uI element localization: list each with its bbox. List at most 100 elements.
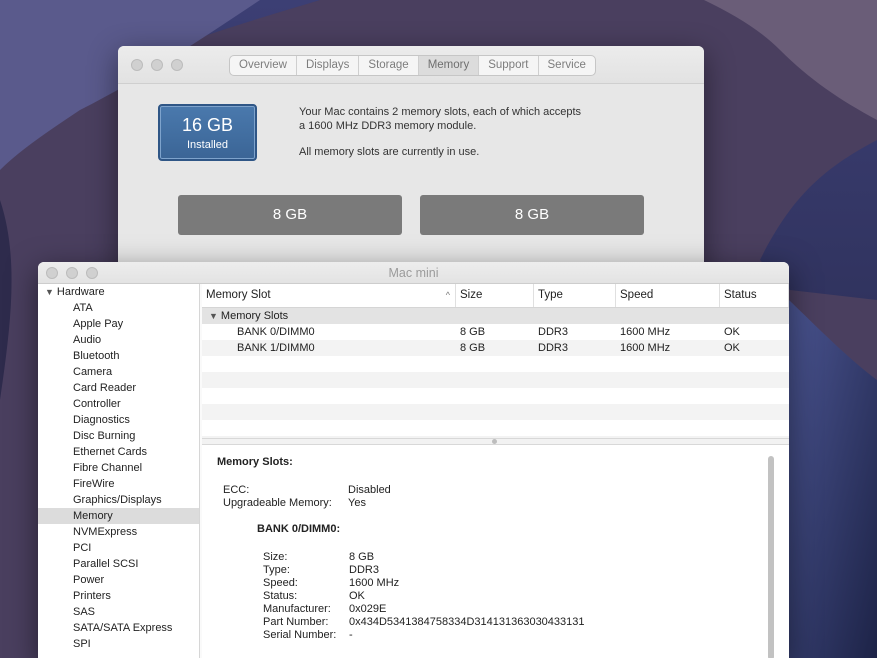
- table-group-row[interactable]: ▼ Memory Slots: [202, 308, 789, 324]
- column-header-size[interactable]: Size: [456, 284, 534, 307]
- sidebar-item-printers[interactable]: Printers: [38, 588, 199, 604]
- bank-field-row: Serial Number: -: [263, 629, 353, 642]
- bank-field-label: Part Number:: [263, 616, 329, 628]
- splitter-handle-icon[interactable]: [492, 439, 497, 444]
- detail-scrollbar[interactable]: [766, 456, 775, 658]
- ecc-value: Disabled: [348, 484, 391, 496]
- bank-field-value: OK: [349, 590, 365, 602]
- disclosure-triangle-icon[interactable]: ▼: [209, 308, 218, 324]
- detail-scroll-thumb[interactable]: [768, 456, 774, 658]
- tab-support[interactable]: Support: [479, 56, 539, 75]
- table-cell-speed: 1600 MHz: [620, 326, 671, 338]
- about-this-mac-window: Overview Displays Storage Memory Support Serv…: [118, 46, 704, 276]
- sidebar-item-ata[interactable]: ATA: [38, 300, 199, 316]
- table-row: [202, 356, 789, 372]
- installed-label: Installed: [187, 139, 228, 151]
- sidebar-item-diagnostics[interactable]: Diagnostics: [38, 412, 199, 428]
- tab-storage[interactable]: Storage: [359, 56, 419, 75]
- tab-memory[interactable]: Memory: [418, 56, 480, 75]
- bank-field-label: Status:: [263, 590, 298, 602]
- bank-field-row: Size: 8 GB: [263, 551, 374, 564]
- column-header-label: Type: [538, 289, 563, 301]
- table-cell-type: DDR3: [538, 342, 568, 354]
- column-header-label: Speed: [620, 289, 654, 301]
- column-header-label: Status: [724, 289, 757, 301]
- sidebar-item-nvmexpress[interactable]: NVMExpress: [38, 524, 199, 540]
- sidebar-item-pci[interactable]: PCI: [38, 540, 199, 556]
- ecc-label: ECC:: [223, 484, 250, 496]
- sidebar-item-ethernet-cards[interactable]: Ethernet Cards: [38, 444, 199, 460]
- window-controls: [131, 59, 183, 71]
- bank-field-label: Speed:: [263, 577, 298, 589]
- tab-service[interactable]: Service: [539, 56, 595, 75]
- sidebar-group-label: Hardware: [56, 286, 105, 298]
- sidebar-item-sata-sata-express[interactable]: SATA/SATA Express: [38, 620, 199, 636]
- sidebar-item-controller[interactable]: Controller: [38, 396, 199, 412]
- sidebar-item-power[interactable]: Power: [38, 572, 199, 588]
- detail-pane: Memory Slots: ECC: Disabled Upgradeable …: [202, 445, 789, 658]
- table-cell-speed: 1600 MHz: [620, 342, 671, 354]
- bank-field-label: Serial Number:: [263, 629, 337, 641]
- upgradeable-value: Yes: [348, 497, 366, 509]
- description-line-1: Your Mac contains 2 memory slots, each o…: [299, 106, 582, 118]
- memory-installed-badge: 16 GB Installed: [158, 104, 257, 161]
- sidebar-item-fibre-channel[interactable]: Fibre Channel: [38, 460, 199, 476]
- sidebar-item-firewire[interactable]: FireWire: [38, 476, 199, 492]
- bank-field-row: Type: DDR3: [263, 564, 379, 577]
- about-titlebar: Overview Displays Storage Memory Support Serv…: [118, 46, 704, 84]
- upgradeable-label: Upgradeable Memory:: [223, 497, 332, 509]
- memory-slot-1: 8 GB: [178, 195, 402, 235]
- sidebar-item-spi[interactable]: SPI: [38, 636, 199, 652]
- sidebar-item-parallel-scsi[interactable]: Parallel SCSI: [38, 556, 199, 572]
- zoom-button[interactable]: [171, 59, 183, 71]
- tab-displays[interactable]: Displays: [297, 56, 360, 75]
- sidebar-item-memory[interactable]: Memory: [38, 508, 199, 524]
- sidebar-item-graphics-displays[interactable]: Graphics/Displays: [38, 492, 199, 508]
- ecc-row: ECC: Disabled: [223, 484, 391, 497]
- bank-field-label: Manufacturer:: [263, 603, 331, 615]
- window-title: Mac mini: [388, 266, 439, 280]
- sidebar-item-apple-pay[interactable]: Apple Pay: [38, 316, 199, 332]
- table-cell-memory-slot: BANK 1/DIMM0: [237, 342, 315, 354]
- bank-field-row: Manufacturer: 0x029E: [263, 603, 386, 616]
- table-row[interactable]: BANK 0/DIMM0 8 GB DDR3 1600 MHz OK: [202, 324, 789, 340]
- sidebar-item-audio[interactable]: Audio: [38, 332, 199, 348]
- bank-field-row: Speed: 1600 MHz: [263, 577, 399, 590]
- disclosure-triangle-icon[interactable]: ▼: [45, 287, 54, 297]
- upgradeable-row: Upgradeable Memory: Yes: [223, 497, 366, 510]
- table-row: [202, 388, 789, 404]
- close-button[interactable]: [131, 59, 143, 71]
- tab-overview[interactable]: Overview: [230, 56, 297, 75]
- bank-field-value: -: [349, 629, 353, 641]
- column-header-status[interactable]: Status: [720, 284, 789, 307]
- column-header-memory-slot[interactable]: Memory Slot ^: [202, 284, 456, 307]
- memory-description: Your Mac contains 2 memory slots, each o…: [299, 105, 581, 159]
- detail-heading: Memory Slots:: [217, 456, 293, 468]
- sort-ascending-icon[interactable]: ^: [446, 284, 450, 307]
- bank-field-label: Size:: [263, 551, 288, 563]
- bank-heading: BANK 0/DIMM0:: [257, 523, 341, 535]
- pane-splitter[interactable]: [202, 438, 789, 445]
- description-line-2: a 1600 MHz DDR3 memory module.: [299, 120, 477, 132]
- sidebar-item-sas[interactable]: SAS: [38, 604, 199, 620]
- column-header-speed[interactable]: Speed: [616, 284, 720, 307]
- table-cell-memory-slot: BANK 0/DIMM0: [237, 326, 315, 338]
- table-cell-size: 8 GB: [460, 342, 486, 354]
- sidebar-item-card-reader[interactable]: Card Reader: [38, 380, 199, 396]
- table-cell-size: 8 GB: [460, 326, 486, 338]
- memory-status-text: All memory slots are currently in use.: [299, 146, 480, 158]
- sidebar-item-camera[interactable]: Camera: [38, 364, 199, 380]
- bank-field-value: 0x029E: [349, 603, 387, 615]
- bank-field-value: 0x434D5341384758334D314131363030433131: [349, 616, 585, 628]
- memory-slot-2: 8 GB: [420, 195, 644, 235]
- sidebar-group-hardware[interactable]: ▼ Hardware: [38, 284, 199, 300]
- table-row[interactable]: BANK 1/DIMM0 8 GB DDR3 1600 MHz OK: [202, 340, 789, 356]
- sidebar-item-bluetooth[interactable]: Bluetooth: [38, 348, 199, 364]
- minimize-button[interactable]: [151, 59, 163, 71]
- column-header-type[interactable]: Type: [534, 284, 616, 307]
- column-header-label: Size: [460, 289, 483, 301]
- table-cell-status: OK: [724, 326, 740, 338]
- sidebar-item-disc-burning[interactable]: Disc Burning: [38, 428, 199, 444]
- table-row: [202, 420, 789, 436]
- memory-table: Memory Slot ^ Size Type Speed Status ▼ Memory…: [202, 284, 789, 452]
